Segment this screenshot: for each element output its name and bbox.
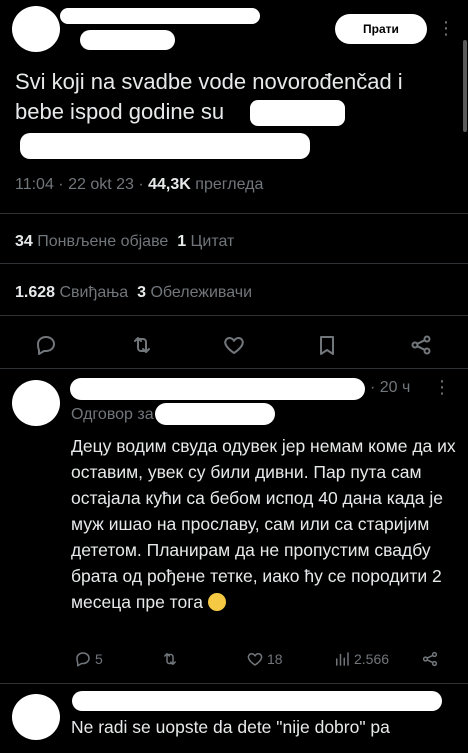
repost-icon bbox=[134, 337, 150, 353]
divider bbox=[0, 315, 468, 316]
post-header: Прати ⋮ bbox=[0, 0, 468, 60]
share-button[interactable] bbox=[407, 331, 435, 359]
divider bbox=[0, 368, 468, 369]
author-avatar[interactable] bbox=[12, 6, 60, 52]
post-date[interactable]: 22 okt 23 bbox=[68, 176, 134, 193]
analytics-icon bbox=[336, 652, 349, 666]
bookmark-icon bbox=[320, 336, 334, 355]
quotes-label: Цитат bbox=[190, 233, 235, 250]
like-button[interactable] bbox=[220, 331, 248, 359]
redacted-reply-author[interactable] bbox=[70, 378, 365, 400]
quotes-count: 1 bbox=[177, 233, 187, 250]
reply-repost-button[interactable] bbox=[161, 650, 179, 668]
repost-icon bbox=[164, 653, 176, 665]
repost-button[interactable] bbox=[128, 331, 156, 359]
smile-emoji-icon bbox=[207, 593, 226, 611]
bookmarks-label: Обележивачи bbox=[150, 284, 253, 301]
reply-icon bbox=[37, 336, 55, 355]
reply-views-button[interactable]: 2.566 bbox=[333, 650, 389, 668]
reply-action-bar: 5 18 2.566 bbox=[71, 650, 451, 674]
share-icon bbox=[411, 335, 431, 355]
reply-more-icon[interactable]: ⋮ bbox=[433, 377, 451, 398]
redacted-author-handle bbox=[80, 30, 175, 50]
reposts-quotes-row: 34 Понвљене објаве 1 Цитат bbox=[15, 233, 234, 251]
reply-share-button[interactable] bbox=[421, 650, 439, 668]
reposts-link[interactable]: 34 Понвљене објаве bbox=[15, 233, 168, 250]
heart-icon bbox=[224, 337, 244, 354]
redacted-text-2 bbox=[20, 133, 310, 159]
reposts-label: Понвљене објаве bbox=[37, 233, 169, 250]
reply-time[interactable]: · 20 ч bbox=[370, 379, 410, 397]
scrollbar[interactable] bbox=[463, 40, 467, 132]
reply-replies-count: 5 bbox=[95, 651, 103, 667]
heart-icon bbox=[247, 653, 263, 666]
likes-bookmarks-row: 1.628 Свиђања 3 Обележивачи bbox=[15, 284, 252, 302]
redacted-reply-target[interactable] bbox=[155, 403, 275, 425]
divider bbox=[0, 683, 468, 684]
reply-text: Децу водим свуда одувек јер немам коме д… bbox=[71, 433, 456, 615]
bookmark-button[interactable] bbox=[313, 331, 341, 359]
follow-button-label: Прати bbox=[363, 22, 399, 36]
bookmarks-count: 3 bbox=[137, 284, 146, 301]
redacted-author-name[interactable] bbox=[60, 8, 260, 24]
bookmarks-link[interactable]: 3 Обележивачи bbox=[137, 284, 252, 301]
reply2-text: Ne radi se uopste da dete "nije dobro" p… bbox=[71, 717, 390, 737]
follow-button[interactable]: Прати bbox=[335, 14, 427, 44]
redacted-reply2-author[interactable] bbox=[72, 691, 442, 711]
post-time[interactable]: 11:04 bbox=[15, 176, 54, 193]
reply-to-label: Одговор за bbox=[71, 406, 154, 424]
more-options-icon[interactable]: ⋮ bbox=[436, 18, 456, 38]
views-label: прегледа bbox=[195, 176, 264, 193]
reply-likes-count: 18 bbox=[267, 651, 283, 667]
post-metadata: 11:04 · 22 okt 23 · 44,3K прегледа bbox=[15, 176, 264, 193]
share-icon bbox=[422, 651, 438, 667]
redacted-text-1 bbox=[250, 100, 345, 126]
reply2-avatar[interactable] bbox=[12, 694, 60, 740]
reply-reply-button[interactable]: 5 bbox=[74, 650, 103, 668]
reply-text-content: Децу водим свуда одувек јер немам коме д… bbox=[71, 436, 456, 612]
reply-like-button[interactable]: 18 bbox=[246, 650, 283, 668]
post-action-bar bbox=[0, 325, 468, 365]
likes-label: Свиђања bbox=[59, 284, 129, 301]
likes-count: 1.628 bbox=[15, 284, 56, 301]
reply-button[interactable] bbox=[32, 331, 60, 359]
quotes-link[interactable]: 1 Цитат bbox=[177, 233, 234, 250]
reply-views-count: 2.566 bbox=[354, 651, 390, 667]
reply-to-text: Одговор за bbox=[71, 406, 154, 423]
reply-icon bbox=[76, 652, 90, 667]
likes-link[interactable]: 1.628 Свиђања bbox=[15, 284, 128, 301]
reposts-count: 34 bbox=[15, 233, 33, 250]
divider bbox=[0, 213, 468, 214]
post-text: Svi koji na svadbe vode novorođenčad i b… bbox=[15, 67, 455, 127]
reply-avatar[interactable] bbox=[12, 380, 60, 426]
views-count: 44,3K bbox=[148, 176, 191, 193]
divider bbox=[0, 263, 468, 264]
